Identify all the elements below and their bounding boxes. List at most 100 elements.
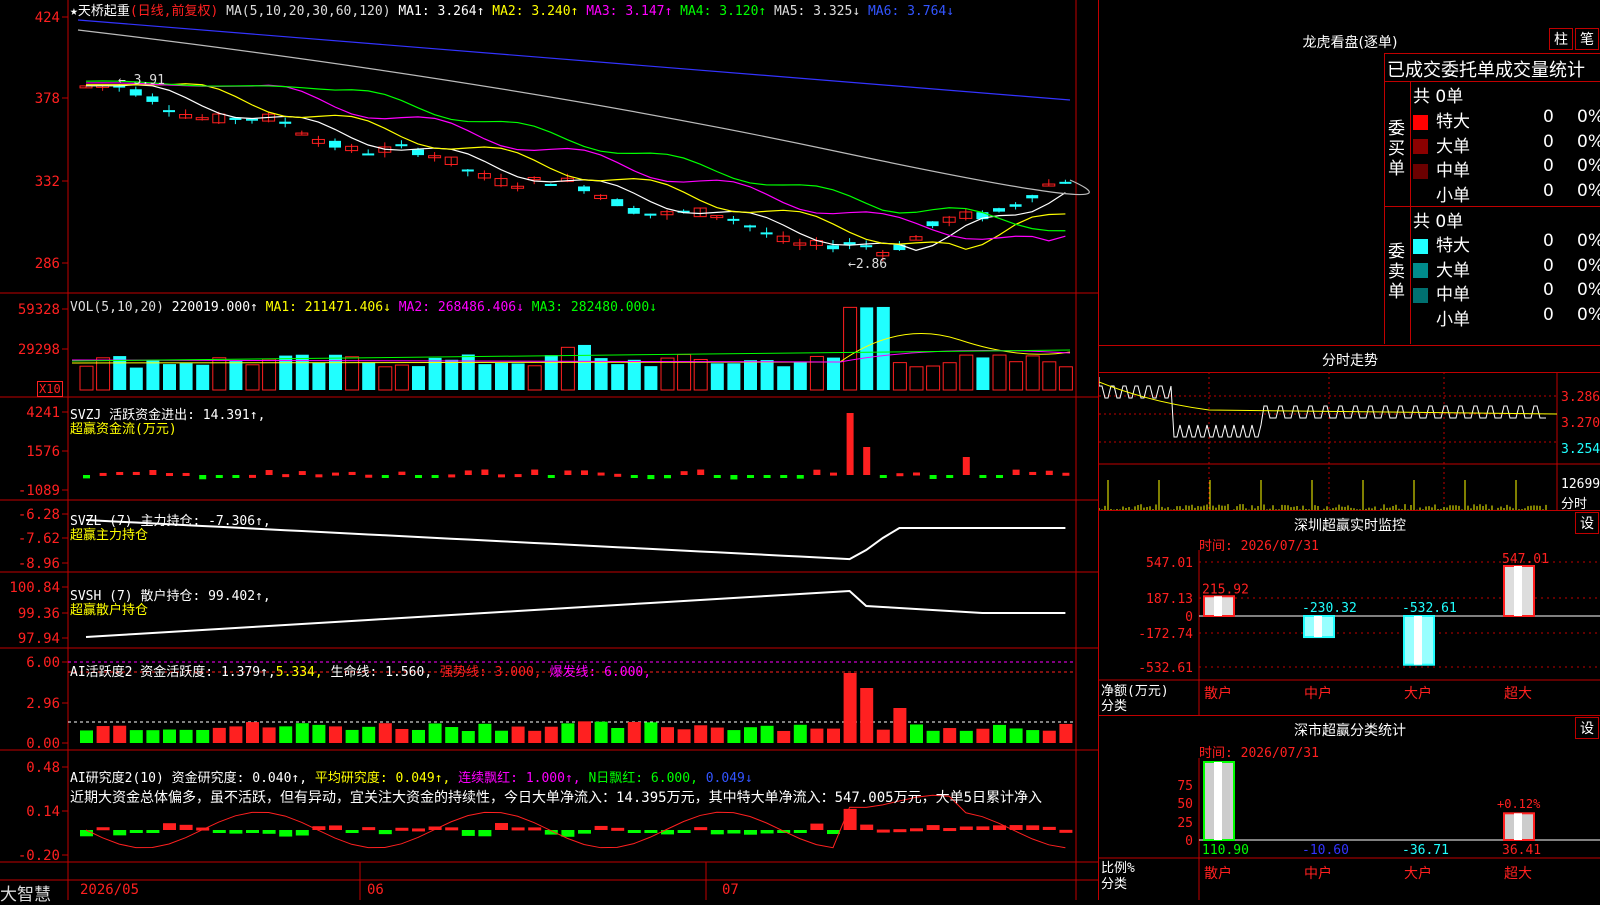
stock-chart-svg[interactable]: 424 378 332 286 59328 29298 4241 1576 -1089 -6.28… — [0, 0, 1098, 900]
ai2-comment: 近期大资金总体偏多，虽不活跃，但有异动，宜关注大资金的持续性，今日大单净流入：1… — [70, 790, 1042, 806]
monitor-value-label: -230.32 — [1302, 601, 1357, 616]
y-tick-label: 424 — [35, 10, 60, 26]
order-size-label: 小单 — [1436, 185, 1470, 206]
fund-flow-bar — [664, 475, 671, 479]
activity-bar-green — [279, 726, 293, 743]
y-tick-label: 2.96 — [26, 696, 60, 712]
y-tick-label: 0.48 — [26, 760, 60, 776]
research-bar — [362, 827, 376, 831]
activity-bar-red — [893, 708, 907, 743]
candle-down — [129, 89, 142, 96]
classify-settings-button[interactable]: 设 — [1575, 717, 1599, 739]
fund-flow-bar — [332, 472, 339, 476]
research-bar — [976, 826, 990, 830]
classify-category-label: 散户 — [1204, 865, 1232, 882]
volume-bar-down — [113, 356, 127, 390]
activity-bar-green — [196, 729, 210, 743]
research-bar — [1026, 825, 1040, 830]
y-tick-label: 59328 — [18, 302, 60, 318]
intraday-chart[interactable] — [1099, 372, 1600, 510]
classify-y-tick: 50 — [1177, 797, 1193, 812]
fund-flow-bar — [1045, 470, 1053, 475]
ai1-part5: 爆发线: 6.000, — [549, 665, 652, 680]
legend-swatch — [1413, 139, 1428, 154]
activity-bar-green — [362, 726, 376, 743]
order-count: 0 — [1543, 131, 1554, 152]
research-bar — [943, 828, 957, 832]
legend-swatch — [1413, 263, 1428, 278]
ma2-value: MA2: 3.240↑ — [492, 4, 579, 19]
research-bar — [295, 830, 309, 836]
star-icon: ★ — [70, 4, 78, 19]
volume-bar-up — [345, 356, 360, 391]
monitor-value-label: 215.92 — [1202, 582, 1249, 597]
activity-bar-green — [345, 729, 359, 743]
date-label-jun: 06 — [367, 882, 384, 898]
buy-row-1: 大单 0 0% — [1413, 132, 1600, 157]
activity-bar-red — [677, 729, 691, 743]
monitor-title: 深圳超赢实时监控 — [1294, 518, 1406, 534]
activity-bar-green — [993, 724, 1006, 743]
candle-down — [926, 221, 939, 227]
monitor-bar-chart[interactable]: 547.01 187.13 0 -172.74 -532.61 215.92 散户 -230.… — [1099, 550, 1600, 715]
fund-flow-bar — [730, 475, 738, 480]
research-bar — [329, 825, 342, 830]
fund-flow-bar — [448, 474, 456, 478]
order-percent: 0% — [1577, 156, 1600, 176]
activity-bar-red — [528, 730, 542, 743]
volume-bar-down — [146, 360, 160, 390]
volume-bar-down — [179, 363, 193, 390]
classify-bar-highlight — [1514, 813, 1522, 840]
fund-flow-bar — [763, 475, 771, 478]
ai1-header: AI活跃度2 资金活跃度: 1.379↑,5.334, 生命线: 1.560, … — [70, 661, 651, 680]
research-bar — [129, 830, 143, 833]
kline-chart-area[interactable]: 424 378 332 286 59328 29298 4241 1576 -1089 -6.28… — [0, 0, 1098, 905]
y-tick-label: -0.20 — [18, 848, 60, 864]
candle-down — [860, 245, 873, 248]
candle-down — [1009, 204, 1022, 207]
intraday-vol-label: 12699 — [1561, 477, 1600, 492]
ma4-value: MA4: 3.120↑ — [680, 4, 767, 19]
classify-value-label: 110.90 — [1202, 843, 1249, 858]
volume-bar-up — [262, 358, 277, 391]
activity-bar-green — [611, 727, 625, 743]
activity-bar-green — [412, 729, 425, 743]
fund-flow-bar — [265, 470, 273, 475]
stock-name[interactable]: 天桥起重 — [78, 4, 130, 19]
order-percent: 0% — [1577, 131, 1600, 152]
classify-bar-chart[interactable]: 75 50 25 0 110.90 散户 -10.60 中户 -36.71 大户 36.41 超大 +0… — [1099, 758, 1600, 900]
activity-bar-red — [694, 725, 708, 743]
volume-bar-down — [412, 366, 425, 390]
activity-bar-green — [478, 723, 492, 743]
y-tick-label: -6.28 — [18, 507, 60, 523]
intraday-price-1: 3.286 — [1561, 390, 1600, 405]
activity-bar-red — [777, 730, 791, 743]
research-bar — [528, 827, 542, 831]
volume-bar-down — [777, 366, 791, 390]
fund-flow-bar — [929, 475, 937, 479]
tick-mode-button[interactable]: 笔 — [1575, 28, 1599, 50]
fund-flow-bar — [415, 475, 422, 478]
volume-bar-down — [495, 363, 508, 390]
fund-flow-bar — [680, 471, 688, 475]
research-bar — [710, 830, 724, 835]
candle-down — [760, 232, 773, 235]
activity-bar-red — [229, 726, 243, 743]
research-bar — [760, 830, 774, 834]
volume-bar-up — [1009, 361, 1024, 391]
classify-value-label: 36.41 — [1502, 843, 1541, 858]
monitor-settings-button[interactable]: 设 — [1575, 512, 1599, 534]
fund-flow-bar — [166, 473, 173, 477]
monitor-y-tick: -172.74 — [1138, 627, 1193, 642]
period-label[interactable]: (日线,前复权) — [130, 4, 218, 19]
activity-bar-red — [627, 721, 641, 743]
volume-bar-up — [892, 362, 907, 391]
fund-flow-bar — [99, 472, 107, 476]
monitor-class-label: 分类 — [1101, 699, 1128, 714]
research-bar — [461, 830, 475, 836]
volume-bar-up — [942, 362, 957, 391]
bar-mode-button[interactable]: 柱 — [1549, 28, 1573, 50]
fund-flow-bar — [697, 469, 705, 475]
research-bar — [793, 830, 807, 833]
research-bar — [578, 830, 591, 834]
